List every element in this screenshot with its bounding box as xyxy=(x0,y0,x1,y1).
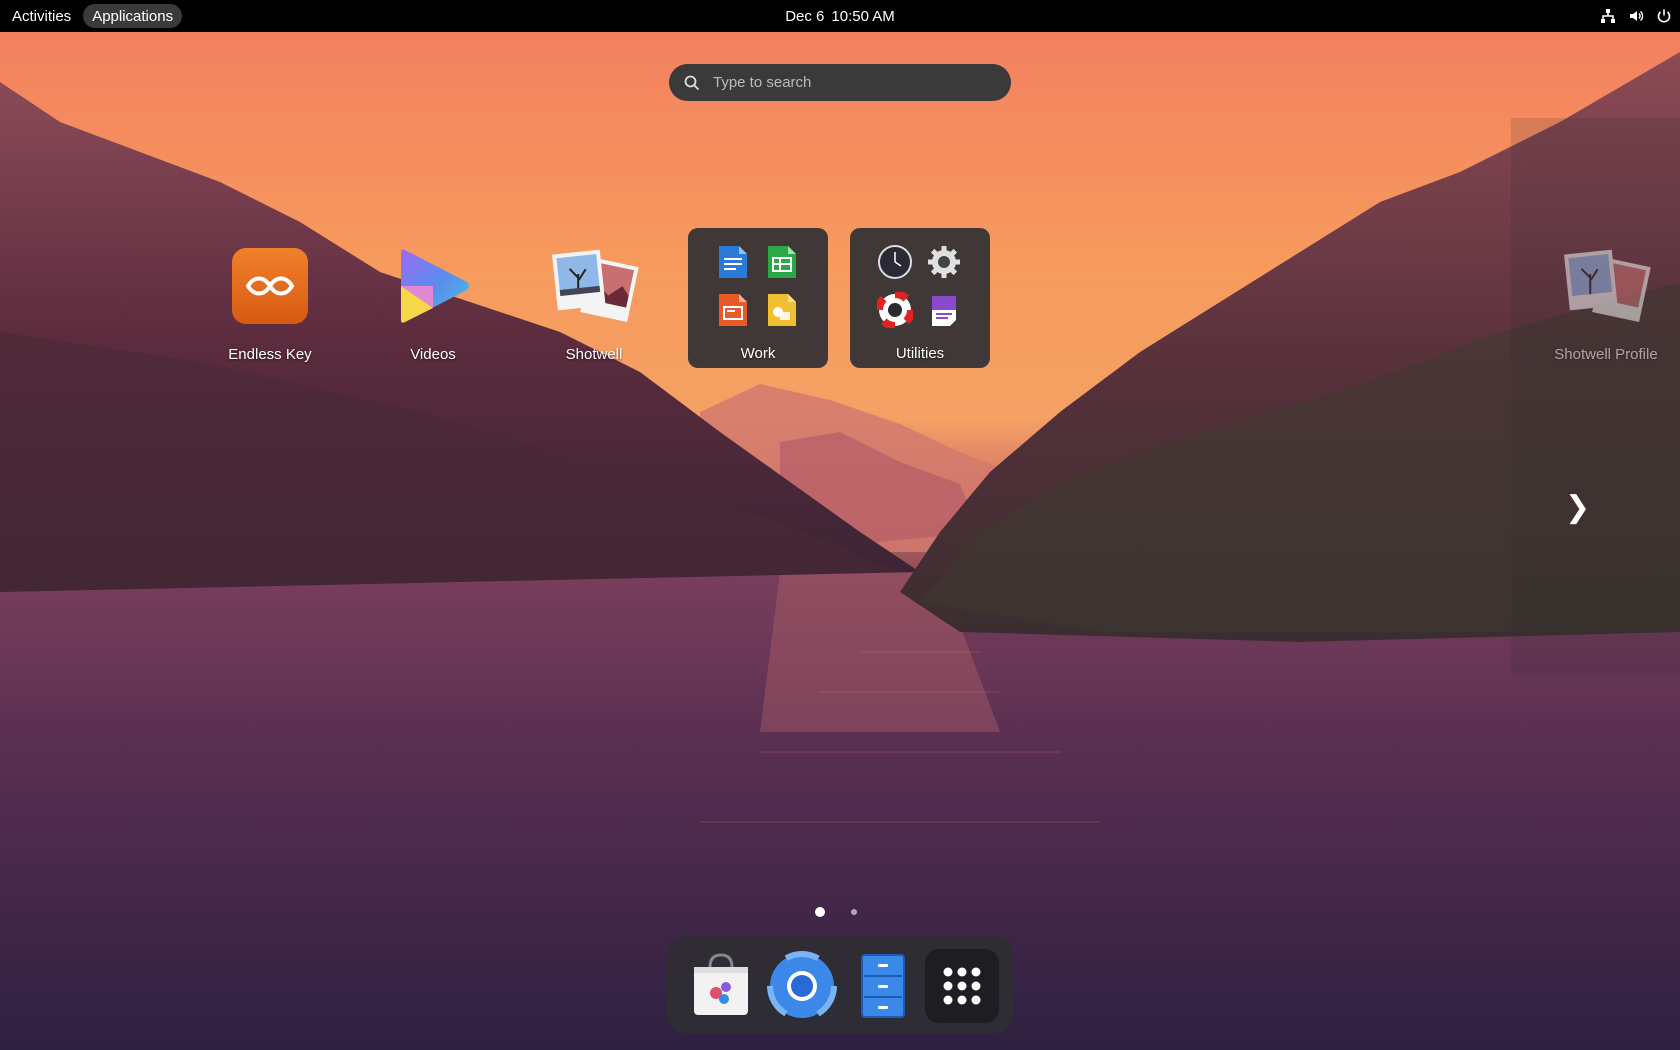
wallpaper-landscape xyxy=(0,52,1680,1050)
applications-button[interactable]: Applications xyxy=(83,4,183,28)
clock-date: Dec 6 xyxy=(785,7,825,25)
volume-icon[interactable] xyxy=(1628,8,1644,24)
next-page-chevron-icon[interactable]: ❯ xyxy=(1565,493,1590,523)
writer-icon xyxy=(719,246,747,278)
file-manager-icon[interactable] xyxy=(846,949,920,1023)
shotwell-icon xyxy=(551,249,639,323)
clock-icon xyxy=(878,245,912,279)
settings-icon xyxy=(928,246,960,278)
page-dot-2[interactable] xyxy=(851,909,857,915)
top-bar: Activities Applications Dec 6 10:50 AM xyxy=(0,0,1680,32)
impress-icon xyxy=(719,294,747,326)
app-label: Videos xyxy=(410,346,456,363)
page-indicator xyxy=(815,907,857,917)
dock xyxy=(666,936,1014,1034)
app-shotwell-profile[interactable]: Shotwell Profile xyxy=(1533,228,1679,368)
videos-icon xyxy=(401,249,469,323)
search-icon xyxy=(684,75,700,90)
next-page-preview[interactable] xyxy=(1511,118,1680,676)
endless-key-icon xyxy=(232,248,308,324)
app-endless-key[interactable]: Endless Key xyxy=(197,228,343,368)
show-apps-button[interactable] xyxy=(925,949,999,1023)
page-dot-1[interactable] xyxy=(815,907,825,917)
activities-button[interactable]: Activities xyxy=(3,4,80,28)
app-label: Shotwell xyxy=(565,346,623,363)
show-apps-icon xyxy=(943,967,981,1005)
software-store-icon[interactable] xyxy=(684,949,758,1023)
network-icon[interactable] xyxy=(1600,8,1616,24)
draw-icon xyxy=(768,294,796,326)
clock-time: 10:50 AM xyxy=(831,7,895,25)
app-label: Shotwell Profile xyxy=(1554,346,1658,363)
search-input[interactable] xyxy=(713,74,983,91)
shotwell-profile-icon xyxy=(1563,249,1651,323)
help-icon xyxy=(877,292,913,328)
folder-label: Utilities xyxy=(895,345,945,362)
text-editor-icon xyxy=(932,296,956,326)
app-label: Endless Key xyxy=(228,346,312,363)
search-bar[interactable] xyxy=(669,64,1011,101)
folder-utilities[interactable]: Utilities xyxy=(850,228,990,368)
app-shotwell[interactable]: Shotwell xyxy=(521,228,667,368)
folder-work[interactable]: Work xyxy=(688,228,828,368)
system-tray[interactable] xyxy=(1600,0,1672,32)
chromium-icon[interactable] xyxy=(765,949,839,1023)
app-videos[interactable]: Videos xyxy=(360,228,506,368)
desktop-wallpaper xyxy=(0,32,1680,1050)
calc-icon xyxy=(768,246,796,278)
clock[interactable]: Dec 6 10:50 AM xyxy=(785,0,895,32)
power-icon[interactable] xyxy=(1656,8,1672,24)
folder-label: Work xyxy=(740,345,776,362)
